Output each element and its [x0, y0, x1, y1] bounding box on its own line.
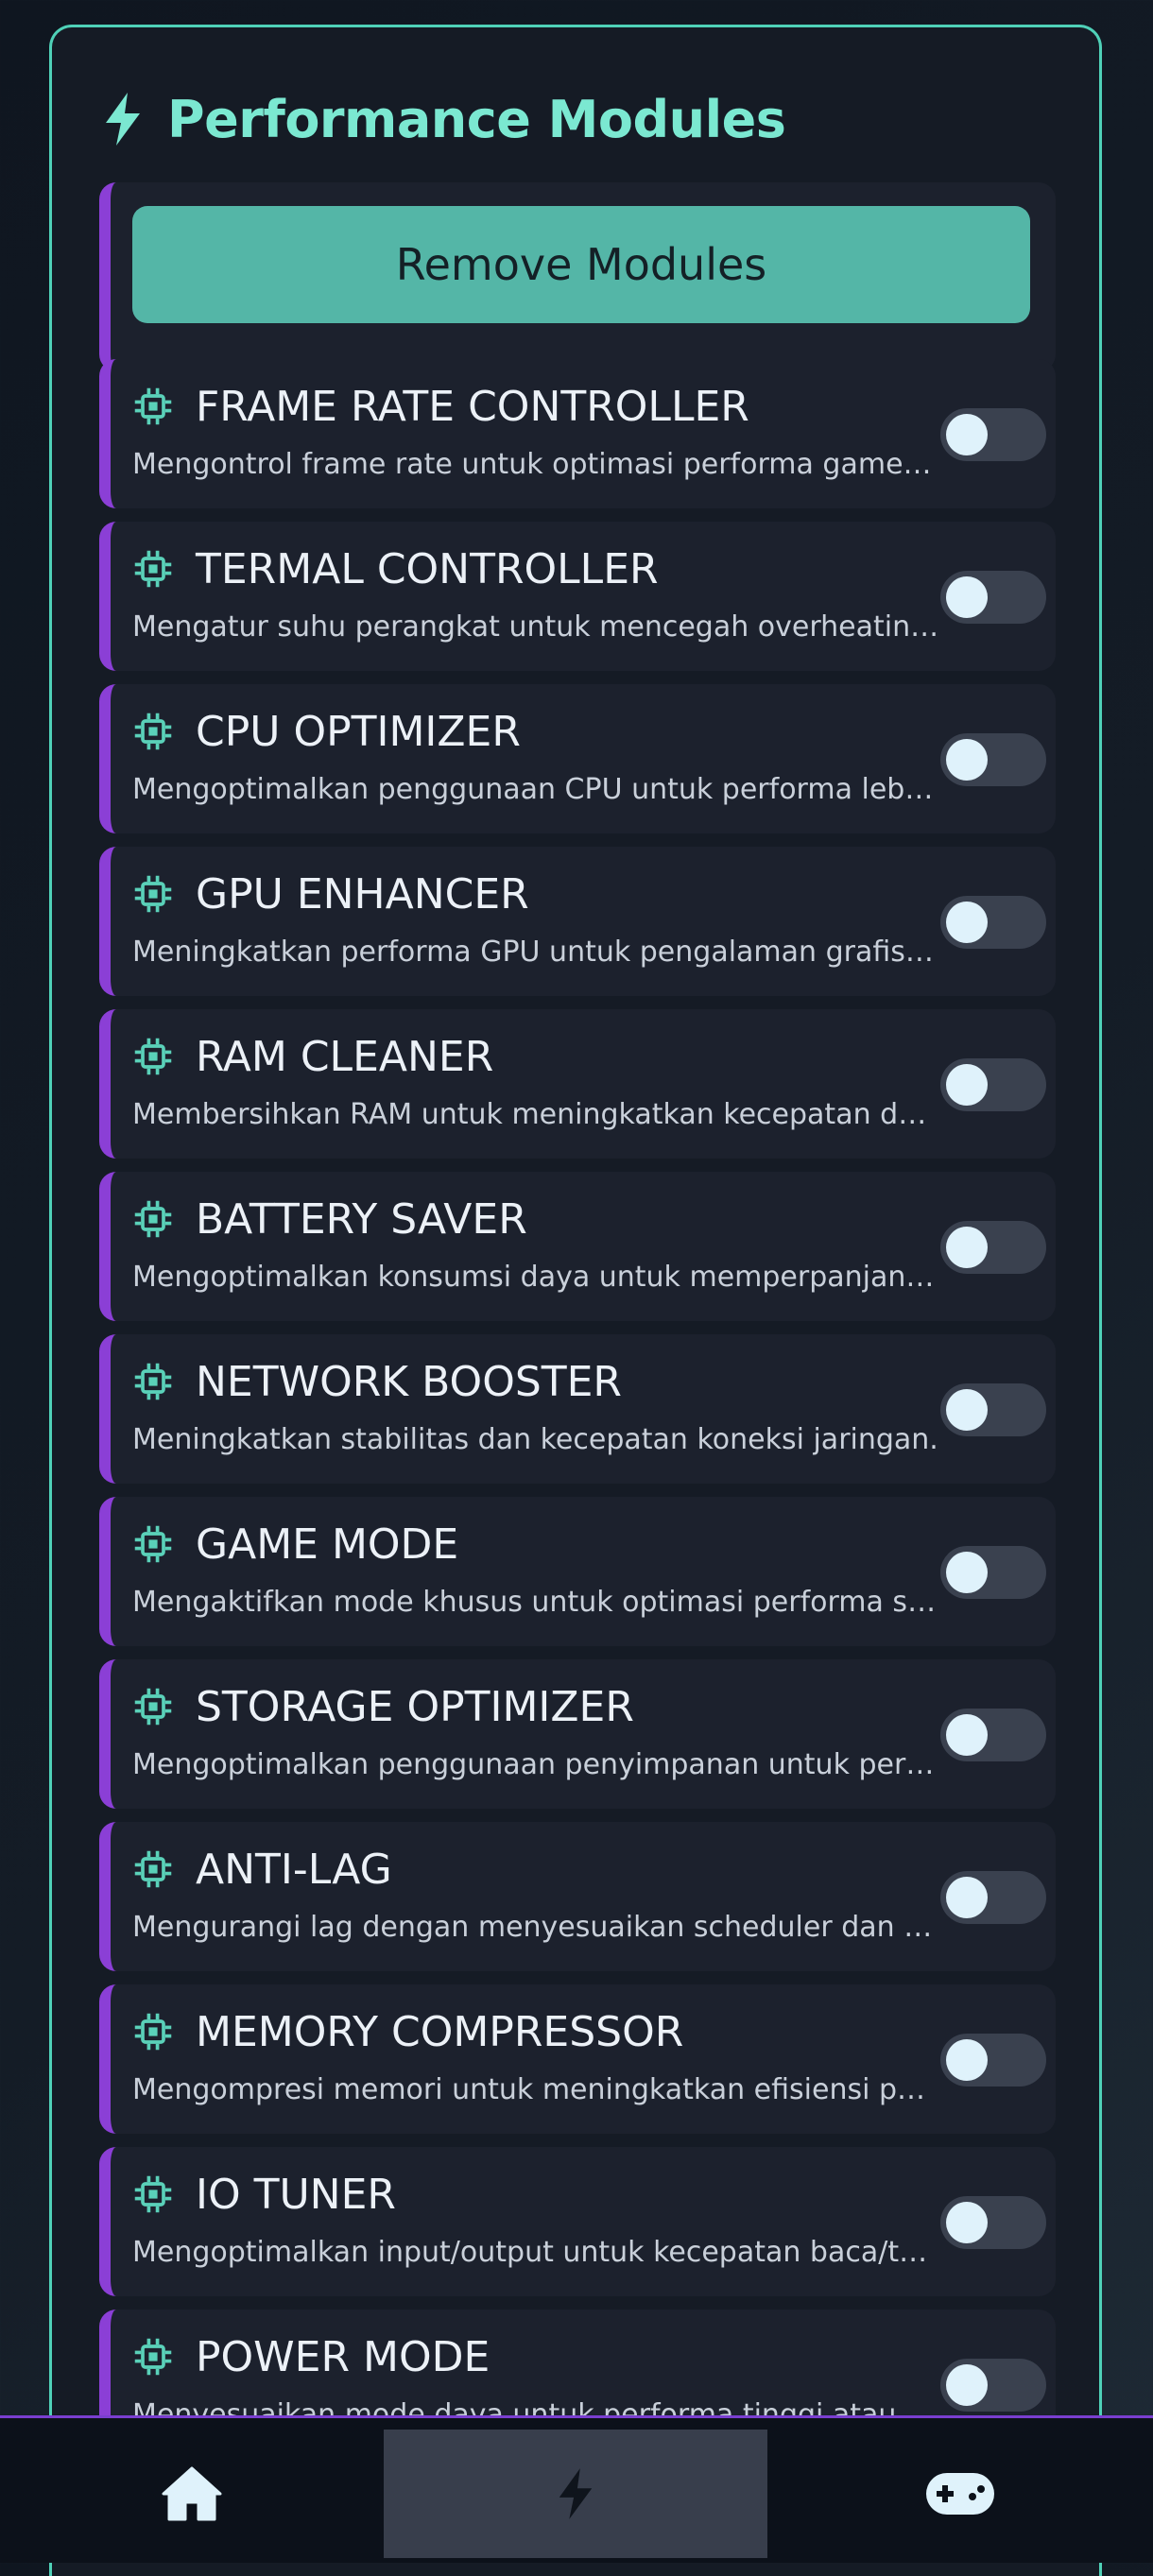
module-card-cpu-optimizer: CPU OPTIMIZER Mengoptimalkan penggunaan … — [99, 684, 1056, 833]
chip-icon — [134, 2175, 172, 2213]
module-toggle[interactable] — [940, 2034, 1046, 2087]
module-description: Mengoptimalkan penggunaan penyimpanan un… — [132, 1748, 940, 1781]
module-card-network-booster: NETWORK BOOSTER Meningkatkan stabilitas … — [99, 1334, 1056, 1484]
chip-icon — [134, 875, 172, 913]
module-card-io-tuner: IO TUNER Mengoptimalkan input/output unt… — [99, 2147, 1056, 2296]
module-description: Mengompresi memori untuk meningkatkan ef… — [132, 2073, 940, 2106]
chip-icon — [134, 2013, 172, 2051]
chip-icon — [134, 387, 172, 425]
chip-icon — [134, 1363, 172, 1400]
module-card-anti-lag: ANTI-LAG Mengurangi lag dengan menyesuai… — [99, 1822, 1056, 1971]
toggle-knob — [946, 739, 988, 781]
module-description: Mengaktifkan mode khusus untuk optimasi … — [132, 1586, 940, 1619]
module-toggle[interactable] — [940, 1383, 1046, 1436]
module-toggle[interactable] — [940, 571, 1046, 624]
toggle-knob — [946, 1064, 988, 1106]
chip-icon — [134, 713, 172, 750]
chip-icon — [134, 550, 172, 588]
chip-icon — [134, 2338, 172, 2376]
bottom-navigation — [0, 2415, 1153, 2563]
chip-icon — [134, 1038, 172, 1075]
performance-modules-panel: Performance Modules Remove Modules FRAME… — [49, 25, 1102, 2576]
module-card-termal-controller: TERMAL CONTROLLER Mengatur suhu perangka… — [99, 522, 1056, 671]
module-toggle[interactable] — [940, 1871, 1046, 1924]
toggle-knob — [946, 2039, 988, 2081]
module-toggle[interactable] — [940, 1709, 1046, 1761]
module-description: Mengoptimalkan konsumsi daya untuk mempe… — [132, 1261, 940, 1294]
module-title: IO TUNER — [196, 2171, 396, 2219]
toggle-knob — [946, 902, 988, 943]
toggle-knob — [946, 1714, 988, 1756]
module-card-memory-compressor: MEMORY COMPRESSOR Mengompresi memori unt… — [99, 1984, 1056, 2134]
module-title: TERMAL CONTROLLER — [196, 545, 659, 593]
toggle-knob — [946, 576, 988, 618]
module-description: Meningkatkan stabilitas dan kecepatan ko… — [132, 1423, 938, 1456]
module-card-game-mode: GAME MODE Mengaktifkan mode khusus untuk… — [99, 1497, 1056, 1646]
module-card-gpu-enhancer: GPU ENHANCER Meningkatkan performa GPU u… — [99, 847, 1056, 996]
module-toggle[interactable] — [940, 1058, 1046, 1111]
toggle-knob — [946, 1877, 988, 1918]
module-toggle[interactable] — [940, 733, 1046, 786]
toggle-knob — [946, 2364, 988, 2406]
module-toggle[interactable] — [940, 896, 1046, 949]
module-card-storage-optimizer: STORAGE OPTIMIZER Mengoptimalkan penggun… — [99, 1659, 1056, 1809]
module-title: GAME MODE — [196, 1520, 459, 1569]
nav-home-tab[interactable] — [0, 2430, 384, 2558]
module-description: Mengoptimalkan input/output untuk kecepa… — [132, 2236, 940, 2269]
panel-header: Performance Modules — [99, 86, 786, 152]
module-title: RAM CLEANER — [196, 1033, 494, 1081]
module-card-frame-rate-controller: FRAME RATE CONTROLLER Mengontrol frame r… — [99, 359, 1056, 508]
module-description: Membersihkan RAM untuk meningkatkan kece… — [132, 1098, 940, 1131]
module-description: Mengatur suhu perangkat untuk mencegah o… — [132, 610, 940, 644]
remove-modules-card: Remove Modules — [99, 182, 1056, 371]
module-toggle[interactable] — [940, 1546, 1046, 1599]
module-title: GPU ENHANCER — [196, 870, 529, 919]
chip-icon — [134, 1688, 172, 1726]
module-card-battery-saver: BATTERY SAVER Mengoptimalkan konsumsi da… — [99, 1172, 1056, 1321]
bolt-icon — [559, 2468, 593, 2519]
chip-icon — [134, 1200, 172, 1238]
module-title: NETWORK BOOSTER — [196, 1358, 622, 1406]
chip-icon — [134, 1850, 172, 1888]
module-title: POWER MODE — [196, 2333, 490, 2381]
module-title: BATTERY SAVER — [196, 1195, 527, 1244]
toggle-knob — [946, 2202, 988, 2243]
gamepad-icon — [926, 2473, 994, 2515]
module-title: ANTI-LAG — [196, 1846, 392, 1894]
nav-performance-tab[interactable] — [384, 2430, 767, 2558]
remove-modules-button[interactable]: Remove Modules — [132, 206, 1030, 323]
module-description: Mengontrol frame rate untuk optimasi per… — [132, 448, 940, 481]
module-description: Mengoptimalkan penggunaan CPU untuk perf… — [132, 773, 940, 806]
module-toggle[interactable] — [940, 1221, 1046, 1274]
module-toggle[interactable] — [940, 2359, 1046, 2412]
toggle-knob — [946, 1552, 988, 1593]
panel-title: Performance Modules — [167, 89, 786, 149]
bolt-icon — [106, 93, 140, 146]
module-title: STORAGE OPTIMIZER — [196, 1683, 634, 1731]
module-title: MEMORY COMPRESSOR — [196, 2008, 684, 2056]
module-card-ram-cleaner: RAM CLEANER Membersihkan RAM untuk menin… — [99, 1009, 1056, 1159]
module-description: Meningkatkan performa GPU untuk pengalam… — [132, 936, 940, 969]
module-toggle[interactable] — [940, 2196, 1046, 2249]
nav-game-tab[interactable] — [767, 2430, 1153, 2558]
toggle-knob — [946, 1227, 988, 1268]
module-toggle[interactable] — [940, 408, 1046, 461]
chip-icon — [134, 1525, 172, 1563]
toggle-knob — [946, 1389, 988, 1431]
home-icon — [162, 2466, 222, 2521]
toggle-knob — [946, 414, 988, 455]
module-description: Mengurangi lag dengan menyesuaikan sched… — [132, 1911, 940, 1944]
module-title: FRAME RATE CONTROLLER — [196, 383, 749, 431]
module-title: CPU OPTIMIZER — [196, 708, 521, 756]
